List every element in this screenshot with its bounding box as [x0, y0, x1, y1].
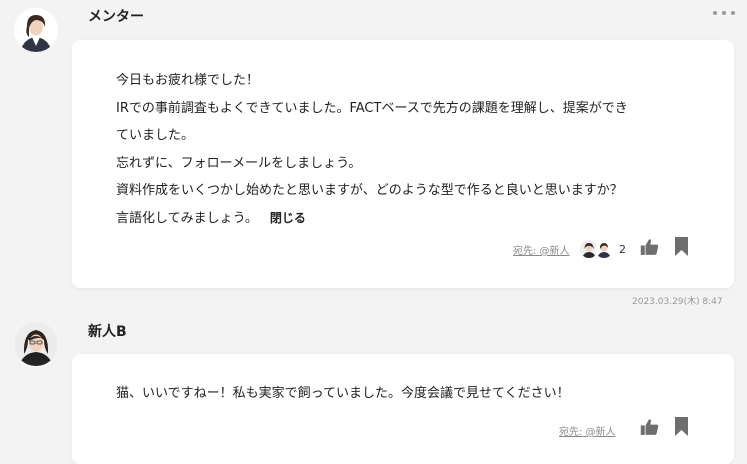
reaction-users[interactable]: 2 [580, 240, 626, 258]
post-author-name: メンター [88, 9, 144, 25]
dot [722, 11, 726, 15]
message-line: 忘れずに、フォローメールをしましょう。 [116, 155, 362, 171]
post-timestamp: 2023.03.29(木) 8:47 [632, 297, 723, 307]
mentor-avatar[interactable] [14, 8, 58, 52]
recipient-link[interactable]: 宛先: @新人 [559, 423, 616, 438]
bookmark-icon[interactable] [675, 237, 688, 260]
more-options-icon[interactable] [713, 6, 735, 20]
reaction-count: 2 [619, 242, 626, 256]
message-card: 猫、いいですねー！私も実家で飼っていました。今度会議で見せてください！ 宛先: … [72, 354, 734, 464]
thumbs-up-icon[interactable] [640, 418, 659, 440]
message-body: 猫、いいですねー！私も実家で飼っていました。今度会議で見せてください！ [116, 380, 570, 408]
message-line: 資料作成をいくつかし始めたと思いますが、どのような型で作ると良いと思いますか？ [116, 183, 623, 198]
message-line: 今日もお疲れ様でした！ [116, 73, 260, 88]
dot [731, 11, 735, 15]
dot [713, 11, 717, 15]
post-author-name: 新人B [88, 324, 127, 340]
message-line: 猫、いいですねー！私も実家で飼っていました。今度会議で見せてください！ [116, 386, 570, 401]
message-line: IRでの事前調査もよくできていました。FACTベースで先方の課題を理解し、提案が… [116, 100, 628, 116]
reactor-avatar [595, 240, 613, 258]
newhire-avatar[interactable] [14, 322, 58, 366]
bookmark-icon[interactable] [675, 417, 688, 440]
message-line: ていました。 [116, 128, 195, 143]
thumbs-up-icon[interactable] [640, 238, 659, 260]
close-link[interactable]: 閉じる [270, 211, 306, 225]
message-line-last: 言語化してみましょう。 閉じる [116, 205, 628, 233]
message-line: 言語化してみましょう。 [116, 210, 258, 226]
recipient-link[interactable]: 宛先: @新人 [513, 242, 570, 257]
message-card: 今日もお疲れ様でした！ IRでの事前調査もよくできていました。FACTベースで先… [72, 40, 734, 288]
message-body: 今日もお疲れ様でした！ IRでの事前調査もよくできていました。FACTベースで先… [116, 67, 628, 232]
